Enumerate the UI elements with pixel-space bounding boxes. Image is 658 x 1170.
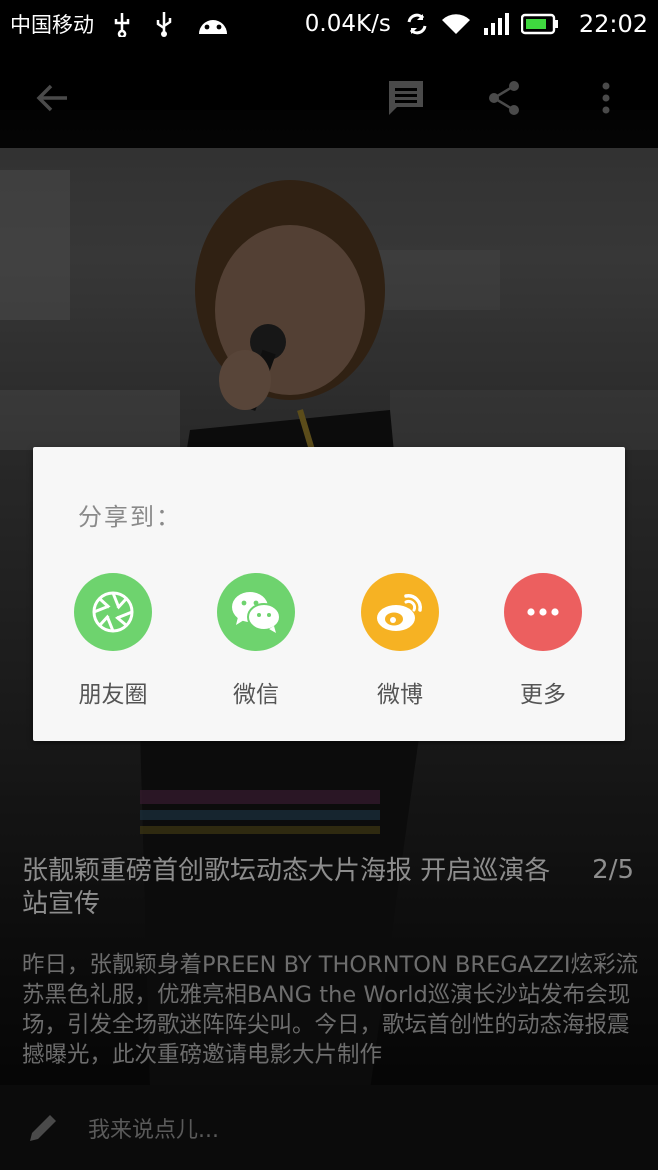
share-button[interactable] — [480, 74, 528, 122]
share-more-button[interactable]: 更多 — [483, 573, 603, 709]
carrier-name: 中国移动 — [10, 13, 94, 37]
wifi-icon — [441, 12, 471, 36]
share-more-label: 更多 — [520, 682, 566, 708]
sync-icon — [405, 12, 429, 36]
wechat-icon — [217, 573, 295, 651]
comment-button[interactable] — [382, 74, 430, 122]
comment-icon — [389, 81, 423, 115]
share-moments-button[interactable]: 朋友圈 — [53, 573, 173, 709]
more-options-button[interactable] — [582, 74, 630, 122]
article-title: 张靓颖重磅首创歌坛动态大片海报 开启巡演各站宣传 — [22, 856, 551, 919]
clock: 22:02 — [578, 10, 648, 38]
comment-bar[interactable]: 我来说点儿... — [0, 1085, 658, 1170]
share-icon — [489, 81, 519, 115]
status-bar: 中国移动 0.04K/s 22:02 — [0, 0, 658, 48]
share-dialog: 分享到： 朋友圈 微信 微博 更多 — [33, 447, 625, 741]
share-moments-label: 朋友圈 — [78, 682, 148, 708]
comment-input[interactable]: 我来说点儿... — [88, 1112, 219, 1144]
network-speed: 0.04K/s — [304, 11, 391, 37]
weibo-icon — [361, 573, 439, 651]
article-body: 昨日，张靓颖身着PREEN BY THORNTON BREGAZZI炫彩流苏黑色… — [22, 952, 639, 1068]
usb-icon — [154, 10, 174, 38]
share-weibo-label: 微博 — [377, 682, 423, 708]
image-counter: 2/5 — [592, 855, 634, 885]
more-icon — [504, 573, 582, 651]
share-dialog-title: 分享到： — [78, 503, 182, 531]
share-weibo-button[interactable]: 微博 — [340, 573, 460, 709]
back-arrow-icon — [36, 84, 67, 112]
signal-icon — [483, 12, 509, 36]
share-wechat-button[interactable]: 微信 — [196, 573, 316, 709]
back-button[interactable] — [28, 74, 76, 122]
android-icon — [196, 12, 230, 36]
moments-icon — [74, 573, 152, 651]
article-caption: 张靓颖重磅首创歌坛动态大片海报 开启巡演各站宣传 2/5 — [22, 855, 638, 921]
usb-debug-icon — [112, 11, 132, 37]
pencil-icon — [30, 1114, 56, 1141]
app-bar — [0, 48, 658, 148]
more-vert-icon — [602, 82, 610, 114]
share-wechat-label: 微信 — [233, 682, 279, 708]
screen: 中国移动 0.04K/s 22:02 张靓颖重磅首创歌坛动态大片海报 开启巡演各… — [0, 0, 658, 1170]
battery-icon — [520, 13, 559, 35]
